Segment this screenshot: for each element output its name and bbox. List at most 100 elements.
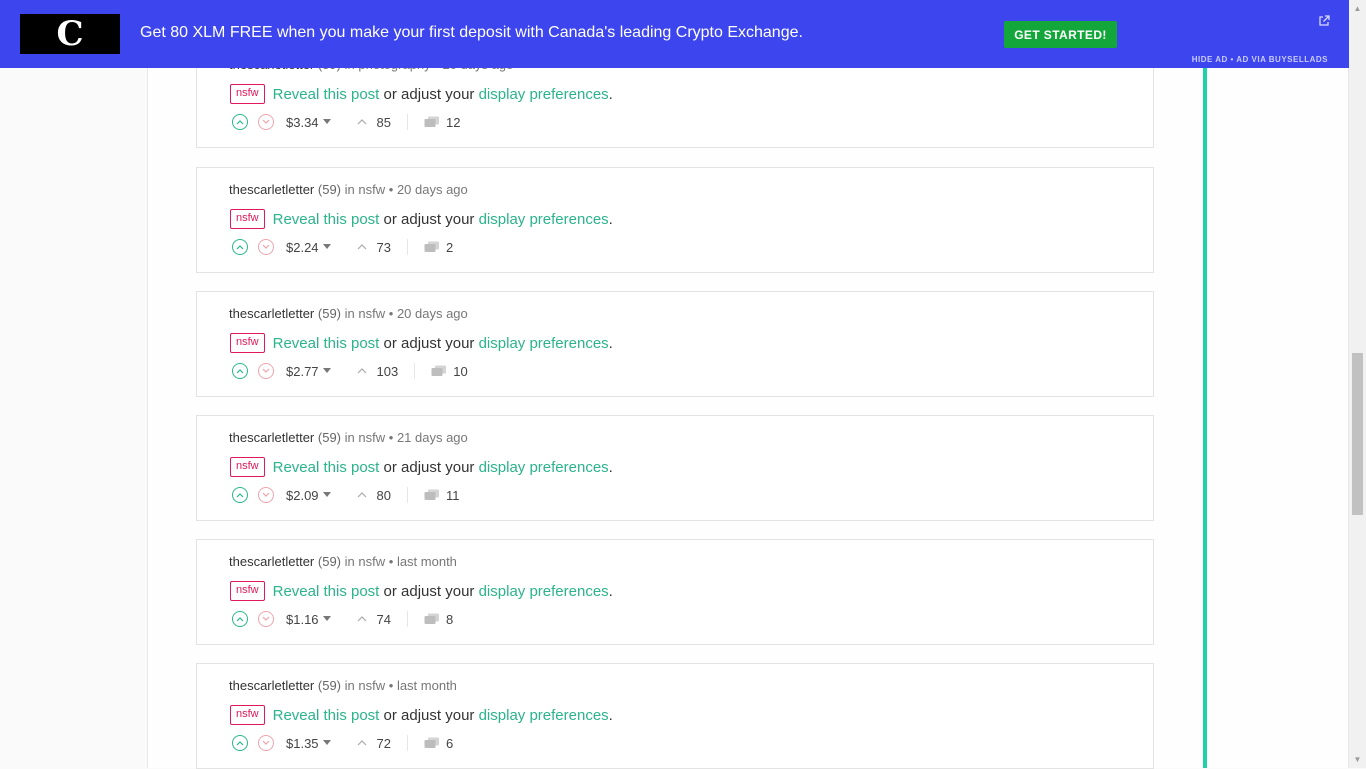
- display-preferences-link[interactable]: display preferences: [479, 211, 609, 228]
- display-preferences-link[interactable]: display preferences: [479, 707, 609, 724]
- ad-logo[interactable]: C: [20, 14, 120, 54]
- votes-count[interactable]: 80: [357, 488, 391, 503]
- display-preferences-link[interactable]: display preferences: [479, 86, 609, 103]
- reveal-post-link[interactable]: Reveal this post: [273, 335, 380, 352]
- comments-value: 12: [446, 114, 461, 130]
- reveal-post-link[interactable]: Reveal this post: [273, 459, 380, 476]
- comments-icon: [424, 737, 440, 748]
- chevron-up-icon: [357, 119, 366, 125]
- comments-count[interactable]: 10: [431, 363, 468, 379]
- votes-count[interactable]: 72: [357, 736, 391, 751]
- votes-count[interactable]: 74: [357, 612, 391, 627]
- reveal-post-link[interactable]: Reveal this post: [273, 583, 380, 600]
- payout-value: $2.09: [286, 487, 319, 503]
- comments-icon: [424, 613, 440, 624]
- payout-dropdown[interactable]: $2.77: [286, 364, 331, 379]
- comments-value: 10: [453, 363, 468, 379]
- post-footer: $2.09 80 11: [232, 487, 460, 503]
- comments-count[interactable]: 8: [424, 612, 453, 627]
- chevron-up-icon: [357, 492, 366, 498]
- downvote-icon[interactable]: [258, 487, 274, 503]
- scroll-up-arrow-icon[interactable]: ▲: [1349, 0, 1366, 17]
- comments-count[interactable]: 12: [424, 115, 460, 130]
- category-link[interactable]: nsfw: [358, 430, 385, 445]
- notice-period: .: [608, 706, 613, 724]
- category-link[interactable]: nsfw: [358, 678, 385, 693]
- category-link[interactable]: nsfw: [358, 182, 385, 197]
- comments-value: 8: [446, 611, 454, 627]
- downvote-icon[interactable]: [258, 735, 274, 751]
- post-hidden-notice: nsfw Reveal this post or adjust your dis…: [230, 84, 613, 104]
- author-link[interactable]: thescarletletter: [229, 554, 314, 569]
- upvote-icon[interactable]: [232, 487, 248, 503]
- post-card: thescarletletter (59) in nsfw • last mon…: [196, 539, 1154, 645]
- votes-count[interactable]: 103: [357, 363, 399, 379]
- external-link-icon[interactable]: [1318, 15, 1330, 27]
- bullet-separator: •: [388, 678, 394, 693]
- upvote-icon[interactable]: [232, 239, 248, 255]
- downvote-icon[interactable]: [258, 239, 274, 255]
- display-preferences-link[interactable]: display preferences: [479, 459, 609, 476]
- comments-count[interactable]: 2: [424, 240, 453, 255]
- ad-banner[interactable]: C Get 80 XLM FREE when you make your fir…: [0, 0, 1349, 68]
- reveal-post-link[interactable]: Reveal this post: [273, 707, 380, 724]
- post-time[interactable]: last month: [397, 678, 457, 693]
- get-started-button[interactable]: GET STARTED!: [1004, 21, 1117, 48]
- upvote-icon[interactable]: [232, 114, 248, 130]
- votes-value: 103: [376, 363, 399, 379]
- upvote-icon[interactable]: [232, 611, 248, 627]
- post-meta: thescarletletter (59) in nsfw • 20 days …: [229, 306, 468, 321]
- scroll-thumb[interactable]: [1352, 353, 1363, 515]
- hide-ad-link[interactable]: HIDE AD • AD VIA BUYSELLADS: [1192, 55, 1328, 64]
- author-link[interactable]: thescarletletter: [229, 182, 314, 197]
- votes-value: 85: [376, 114, 392, 130]
- reveal-post-link[interactable]: Reveal this post: [273, 211, 380, 228]
- post-meta: thescarletletter (59) in nsfw • 21 days …: [229, 430, 468, 445]
- votes-count[interactable]: 73: [357, 240, 391, 255]
- payout-dropdown[interactable]: $2.24: [286, 240, 331, 255]
- downvote-icon[interactable]: [258, 611, 274, 627]
- post-time[interactable]: 20 days ago: [397, 182, 468, 197]
- payout-dropdown[interactable]: $1.16: [286, 612, 331, 627]
- payout-dropdown[interactable]: $2.09: [286, 488, 331, 503]
- post-card: thescarletletter (59) in nsfw • 20 days …: [196, 291, 1154, 397]
- notice-period: .: [608, 582, 613, 600]
- nsfw-badge: nsfw: [230, 705, 265, 725]
- scrollbar[interactable]: ▲ ▼: [1348, 0, 1366, 768]
- downvote-icon[interactable]: [258, 114, 274, 130]
- scroll-down-arrow-icon[interactable]: ▼: [1349, 751, 1366, 768]
- display-preferences-link[interactable]: display preferences: [479, 583, 609, 600]
- ad-logo-letter: C: [56, 14, 84, 54]
- author-link[interactable]: thescarletletter: [229, 678, 314, 693]
- divider: [407, 611, 409, 627]
- downvote-icon[interactable]: [258, 363, 274, 379]
- notice-text: or adjust your: [383, 210, 475, 228]
- ad-text[interactable]: Get 80 XLM FREE when you make your first…: [140, 24, 803, 42]
- comments-count[interactable]: 11: [424, 488, 460, 503]
- post-time[interactable]: last month: [397, 554, 457, 569]
- comments-icon: [424, 489, 440, 500]
- upvote-icon[interactable]: [232, 735, 248, 751]
- category-link[interactable]: nsfw: [358, 306, 385, 321]
- comments-value: 6: [446, 735, 454, 751]
- votes-count[interactable]: 85: [357, 115, 391, 130]
- payout-dropdown[interactable]: $3.34: [286, 115, 331, 130]
- category-prefix: in: [344, 182, 355, 197]
- author-link[interactable]: thescarletletter: [229, 430, 314, 445]
- category-prefix: in: [344, 430, 355, 445]
- category-link[interactable]: nsfw: [358, 554, 385, 569]
- upvote-icon[interactable]: [232, 363, 248, 379]
- reveal-post-link[interactable]: Reveal this post: [273, 86, 380, 103]
- payout-dropdown[interactable]: $1.35: [286, 736, 331, 751]
- chevron-up-icon: [357, 740, 366, 746]
- author-link[interactable]: thescarletletter: [229, 306, 314, 321]
- votes-value: 72: [376, 735, 392, 751]
- chevron-up-icon: [357, 244, 366, 250]
- divider: [407, 114, 409, 130]
- notice-period: .: [608, 210, 613, 228]
- comments-count[interactable]: 6: [424, 736, 453, 751]
- post-time[interactable]: 21 days ago: [397, 430, 468, 445]
- post-time[interactable]: 20 days ago: [397, 306, 468, 321]
- display-preferences-link[interactable]: display preferences: [479, 335, 609, 352]
- post-card: thescarletletter (59) in nsfw • last mon…: [196, 663, 1154, 769]
